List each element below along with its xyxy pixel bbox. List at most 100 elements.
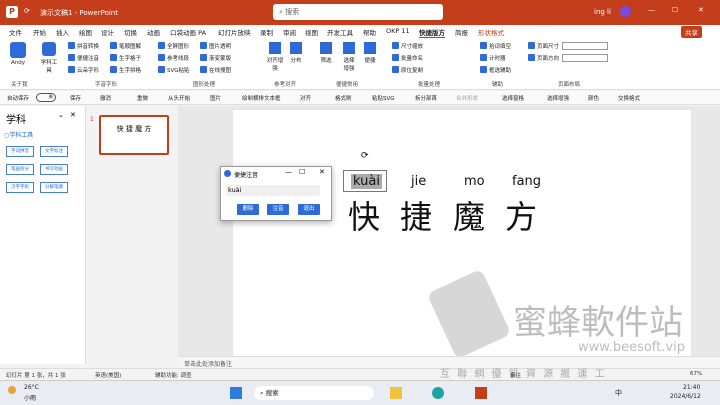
gradient-mask-button[interactable]: 渐变蒙版 bbox=[200, 54, 231, 62]
redo-button[interactable]: 重做 bbox=[137, 94, 148, 102]
svg-paste-button[interactable]: SVG粘贴 bbox=[158, 66, 190, 74]
tab-review[interactable]: 审阅 bbox=[283, 27, 296, 37]
picture-button[interactable]: 图片 bbox=[210, 94, 221, 102]
text-annotate-button[interactable]: 文字标注 bbox=[40, 146, 68, 157]
quick-annotate-button[interactable]: 便捷注音 bbox=[68, 54, 99, 62]
ime-indicator[interactable]: 中 bbox=[615, 388, 622, 398]
stroke-order-button[interactable]: 分解笔顺 bbox=[40, 182, 68, 193]
taskbar-search[interactable]: ⌕ 搜索 bbox=[254, 386, 374, 400]
weather-temp[interactable]: 26°C bbox=[24, 384, 39, 391]
distribute-button[interactable]: 分布 bbox=[290, 42, 302, 64]
pinyin-fang[interactable]: fang bbox=[512, 174, 541, 189]
tab-design[interactable]: 设计 bbox=[101, 27, 114, 37]
size-scale-button[interactable]: 尺寸缩放 bbox=[392, 42, 423, 50]
undo-button[interactable]: 撤消 bbox=[100, 94, 111, 102]
tab-okp[interactable]: OKP 11 bbox=[386, 27, 410, 35]
pinyin-convert-button[interactable]: 拼音转换 bbox=[68, 42, 99, 50]
avatar[interactable] bbox=[620, 6, 631, 17]
split-radical-button[interactable]: 拆分部首 bbox=[415, 94, 437, 102]
align-enhance-button[interactable]: 对齐增强 bbox=[266, 42, 284, 72]
stroke-diagram-button[interactable]: 笔顺图解 bbox=[110, 42, 141, 50]
guide-lines-button[interactable]: 参考线段 bbox=[158, 54, 189, 62]
char-pinyin-grid-button[interactable]: 生字拼格 bbox=[110, 66, 141, 74]
fullscreen-shape-button[interactable]: 全屏图形 bbox=[158, 42, 189, 50]
dialog-maximize-icon[interactable]: ☐ bbox=[299, 168, 305, 176]
swap-format-button[interactable]: 交换格式 bbox=[618, 94, 640, 102]
tab-help[interactable]: 帮助 bbox=[363, 27, 376, 37]
merge-shapes-button[interactable]: 合并形状 bbox=[456, 94, 478, 102]
dialog-minimize-icon[interactable]: — bbox=[285, 168, 292, 176]
fill-blank-button[interactable]: 拾词填空 bbox=[480, 42, 511, 50]
tab-slideshow[interactable]: 幻灯片放映 bbox=[218, 27, 251, 37]
panel-subtitle[interactable]: ○学科工具 bbox=[4, 130, 33, 139]
language-status[interactable]: 英语(美国) bbox=[95, 371, 121, 379]
panel-close-icon[interactable]: ✕ bbox=[70, 111, 76, 119]
cloud-glyph-button[interactable]: 云朵字形 bbox=[68, 66, 99, 74]
notes-toggle[interactable]: 备注 bbox=[510, 371, 521, 379]
pinyin-input[interactable]: kuài bbox=[226, 185, 320, 196]
paste-svg-button[interactable]: 粘贴SVG bbox=[372, 94, 395, 102]
minimize-icon[interactable]: — bbox=[648, 6, 655, 14]
hanzi-mo[interactable]: 魔 bbox=[453, 192, 485, 238]
align-button[interactable]: 对齐 bbox=[300, 94, 311, 102]
share-button[interactable]: 共享 bbox=[681, 26, 702, 38]
select-assist-button[interactable]: 框选辅助 bbox=[480, 66, 511, 74]
batch-rename-button[interactable]: 批量命名 bbox=[392, 54, 423, 62]
tab-quick-cube[interactable]: 快捷版方 bbox=[419, 27, 445, 38]
filter-button[interactable]: 筛选 bbox=[320, 42, 332, 64]
tab-animations[interactable]: 动画 bbox=[147, 27, 160, 37]
hanzi-shape-button[interactable]: 汉字字形 bbox=[6, 182, 34, 193]
panel-menu-icon[interactable]: ⌄ bbox=[58, 111, 64, 119]
tab-view[interactable]: 视图 bbox=[305, 27, 318, 37]
accessibility-status[interactable]: 辅助功能: 调查 bbox=[155, 371, 192, 379]
convenient-button[interactable]: 便捷 bbox=[364, 42, 376, 64]
exit-button[interactable]: 退出 bbox=[298, 204, 320, 215]
image-transparency-button[interactable]: 图片透明 bbox=[200, 42, 231, 50]
pinyin-kuai[interactable]: kuài bbox=[351, 174, 382, 189]
autosave-icon[interactable]: ⟳ bbox=[24, 7, 30, 15]
hanzi-jie[interactable]: 捷 bbox=[400, 192, 432, 238]
tab-brief[interactable]: 简报 bbox=[455, 27, 468, 37]
save-button[interactable]: 保存 bbox=[70, 94, 81, 102]
autosave-toggle[interactable]: 关 bbox=[36, 93, 56, 102]
subject-tools-button[interactable]: 学科工具 bbox=[40, 42, 58, 74]
tab-transitions[interactable]: 切换 bbox=[124, 27, 137, 37]
file-explorer-icon[interactable] bbox=[390, 387, 402, 399]
slide-thumbnail[interactable]: 快 捷 魔 方 bbox=[99, 115, 169, 155]
tab-pocket-animation[interactable]: 口袋动画 PA bbox=[170, 27, 206, 37]
selection-pane-button[interactable]: 选择窗格 bbox=[502, 94, 524, 102]
windows-start-icon[interactable] bbox=[230, 387, 242, 399]
char-grid-button[interactable]: 生字格子 bbox=[110, 54, 141, 62]
close-icon[interactable]: ✕ bbox=[698, 6, 704, 14]
select-enhance-button[interactable]: 选择增强 bbox=[342, 42, 356, 72]
maximize-icon[interactable]: ☐ bbox=[672, 6, 678, 14]
slide-canvas[interactable]: ⟳ kuài jie mo fang 快 捷 魔 方 蜜蜂軟件站 www.bee… bbox=[233, 110, 691, 360]
hanzi-fang[interactable]: 方 bbox=[505, 192, 537, 238]
tab-insert[interactable]: 插入 bbox=[56, 27, 69, 37]
tab-developer[interactable]: 开发工具 bbox=[327, 27, 353, 37]
tab-home[interactable]: 开始 bbox=[33, 27, 46, 37]
color-button[interactable]: 颜色 bbox=[588, 94, 599, 102]
hanzi-kuai[interactable]: 快 bbox=[348, 192, 380, 238]
draw-textbox-button[interactable]: 绘制横排文本框 bbox=[242, 94, 281, 102]
delete-button[interactable]: 删除 bbox=[237, 204, 259, 215]
search-box[interactable]: ⌕ 搜索 bbox=[273, 4, 443, 20]
powerpoint-taskbar-icon[interactable] bbox=[475, 387, 487, 399]
weather-icon[interactable] bbox=[8, 386, 16, 394]
format-painter-button[interactable]: 格式刷 bbox=[335, 94, 352, 102]
annotate-button[interactable]: 注音 bbox=[267, 204, 289, 215]
zoom-level[interactable]: 67% bbox=[690, 371, 702, 377]
andy-button[interactable]: Andy bbox=[10, 42, 26, 66]
edge-icon[interactable] bbox=[432, 387, 444, 399]
dialog-close-icon[interactable]: ✕ bbox=[319, 168, 325, 176]
stroke-split-button[interactable]: 笔画拆分 bbox=[6, 164, 34, 175]
word-pinyin-button[interactable]: 字词拼音 bbox=[6, 146, 34, 157]
tab-draw[interactable]: 绘图 bbox=[79, 27, 92, 37]
page-size-dropdown[interactable]: 页面尺寸 bbox=[528, 42, 609, 50]
pinyin-jie[interactable]: jie bbox=[411, 174, 426, 189]
user-name[interactable]: ing li bbox=[594, 8, 611, 16]
from-start-button[interactable]: 从头开始 bbox=[168, 94, 190, 102]
tab-shape-format[interactable]: 形状格式 bbox=[478, 27, 504, 37]
rotate-handle-icon[interactable]: ⟳ bbox=[361, 151, 369, 161]
in-place-copy-button[interactable]: 原位复制 bbox=[392, 66, 423, 74]
